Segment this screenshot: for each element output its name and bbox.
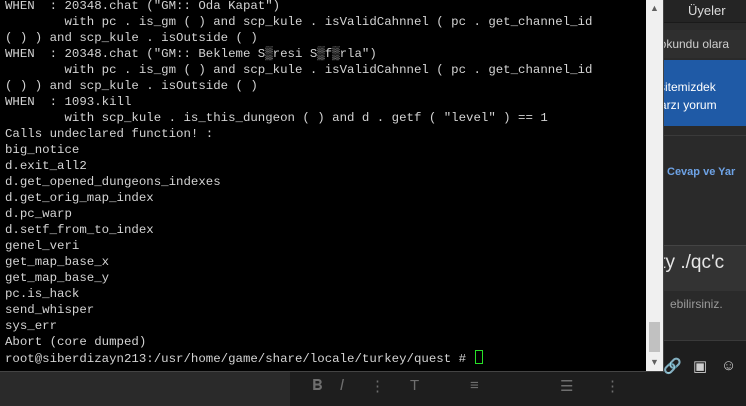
- image-icon[interactable]: ▣: [693, 357, 707, 375]
- scroll-up-arrow-icon[interactable]: ▲: [646, 0, 663, 17]
- thread-title: tty ./qc'c: [655, 252, 725, 273]
- emoji-icon[interactable]: ☺: [721, 357, 736, 374]
- terminal-line: sys_err: [5, 319, 58, 333]
- thread-subtitle: ebilirsiniz.: [670, 297, 723, 311]
- italic-icon[interactable]: 𝐼: [340, 377, 344, 394]
- more-icon[interactable]: ⋮: [370, 377, 385, 395]
- members-link[interactable]: Üyeler: [688, 3, 726, 18]
- terminal-line: with pc . is_gm ( ) and scp_kule . isVal…: [5, 15, 593, 29]
- terminal-line: WHEN : 20348.chat ("GM:: Oda Kapat"): [5, 0, 281, 13]
- terminal-line: pc.is_hack: [5, 287, 80, 301]
- more-icon-2[interactable]: ⋮: [605, 377, 620, 395]
- terminal-line: get_map_base_y: [5, 271, 110, 285]
- text-icon[interactable]: T: [410, 377, 419, 394]
- terminal-line: d.get_orig_map_index: [5, 191, 154, 205]
- terminal-prompt-line[interactable]: root@siberdizayn213:/usr/home/game/share…: [5, 350, 645, 366]
- link-icon[interactable]: 🔗: [663, 357, 682, 375]
- terminal-line: ( ) ) and scp_kule . isOutside ( ): [5, 31, 258, 45]
- terminal-line: Abort (core dumped): [5, 335, 147, 349]
- terminal-line: get_map_base_x: [5, 255, 110, 269]
- terminal-line: WHEN : 20348.chat ("GM:: Bekleme S▒resi …: [5, 47, 377, 61]
- reply-link[interactable]: Cevap ve Yar: [667, 166, 735, 178]
- terminal-line: ( ) ) and scp_kule . isOutside ( ): [5, 79, 258, 93]
- terminal-line: genel_veri: [5, 239, 80, 253]
- terminal-line: with pc . is_gm ( ) and scp_kule . isVal…: [5, 63, 593, 77]
- scroll-thumb[interactable]: [649, 322, 660, 352]
- terminal-line: d.setf_from_to_index: [5, 223, 154, 237]
- terminal-window[interactable]: WHEN : 20348.chat ("GM:: Oda Kapat") wit…: [0, 0, 664, 372]
- terminal-line: d.pc_warp: [5, 207, 72, 221]
- terminal-line: with scp_kule . is_this_dungeon ( ) and …: [5, 111, 548, 125]
- terminal-line: d.exit_all2: [5, 159, 87, 173]
- shell-prompt: root@siberdizayn213:/usr/home/game/share…: [5, 352, 474, 366]
- terminal-line: big_notice: [5, 143, 80, 157]
- scroll-down-arrow-icon[interactable]: ▼: [646, 354, 663, 371]
- terminal-scrollbar[interactable]: ▲ ▼: [646, 0, 663, 371]
- terminal-line: WHEN : 1093.kill: [5, 95, 132, 109]
- terminal-line: d.get_opened_dungeons_indexes: [5, 175, 221, 189]
- align-icon[interactable]: ☰: [560, 377, 573, 395]
- list-icon[interactable]: ≡: [470, 377, 479, 394]
- terminal-output: WHEN : 20348.chat ("GM:: Oda Kapat") wit…: [5, 0, 645, 366]
- terminal-line: send_whisper: [5, 303, 95, 317]
- terminal-cursor: [475, 350, 484, 364]
- terminal-line: Calls undeclared function! :: [5, 127, 214, 141]
- bold-icon[interactable]: 𝐁: [312, 377, 323, 394]
